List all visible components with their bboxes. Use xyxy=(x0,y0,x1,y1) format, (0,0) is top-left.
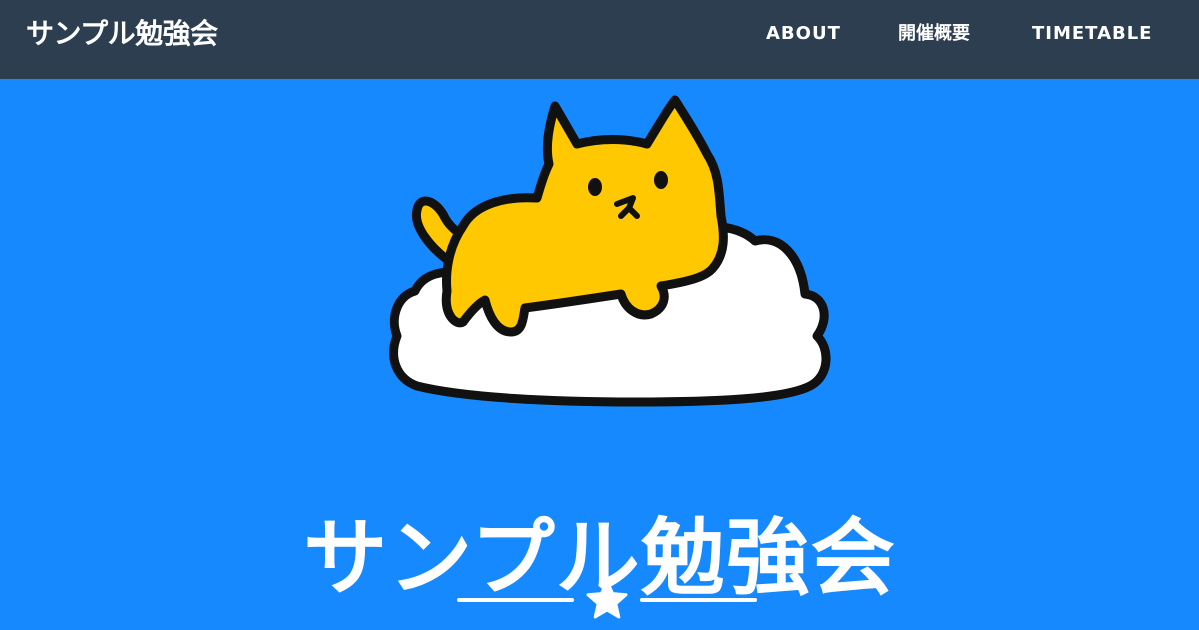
nav-link-about[interactable]: ABOUT xyxy=(766,22,841,46)
nav-link-timetable[interactable]: TIMETABLE xyxy=(1032,22,1152,46)
star-icon xyxy=(586,579,628,619)
divider-line-right xyxy=(640,598,757,602)
star-divider xyxy=(457,578,757,622)
nav-link-overview[interactable]: 開催概要 xyxy=(898,22,970,46)
divider-line-left xyxy=(457,598,574,602)
hero-masthead: サンプル勉強会 xyxy=(0,79,1199,630)
cat-right-eye xyxy=(654,171,668,189)
cat-left-eye xyxy=(588,178,602,196)
top-navbar: サンプル勉強会 ABOUT 開催概要 TIMETABLE xyxy=(0,0,1199,79)
cat-on-cloud-icon xyxy=(389,95,831,407)
site-brand-link[interactable]: サンプル勉強会 xyxy=(26,14,218,54)
